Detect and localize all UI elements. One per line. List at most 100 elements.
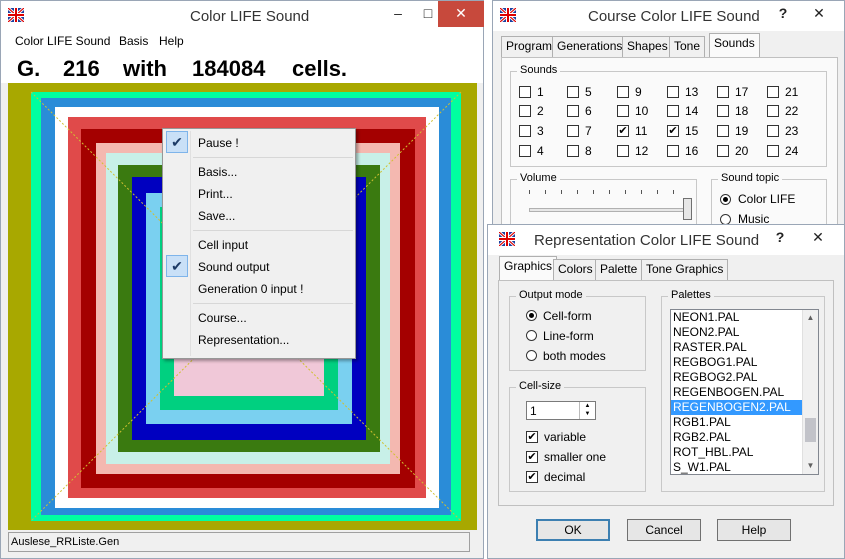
sound-label-16: 16 <box>685 144 699 158</box>
sound-checkbox-18[interactable] <box>717 105 729 117</box>
sound-checkbox-10[interactable] <box>617 105 629 117</box>
menu-item-representation[interactable]: Representation... <box>165 328 353 350</box>
tab-shapes[interactable]: Shapes <box>622 36 673 57</box>
output-mode-group: Output mode Cell-form Line-form both mod… <box>509 289 646 371</box>
cell-size-input[interactable]: 1 ▲ ▼ <box>526 401 596 420</box>
sound-checkbox-1[interactable] <box>519 86 531 98</box>
representation-titlebar[interactable]: Representation Color LIFE Sound ? ✕ <box>488 225 844 255</box>
sound-label-22: 22 <box>785 104 799 118</box>
sound-checkbox-2[interactable] <box>519 105 531 117</box>
menu-basis[interactable]: Basis <box>119 34 148 48</box>
sound-checkbox-15[interactable]: ✔ <box>667 125 679 137</box>
palette-list-item[interactable]: REGBOG2.PAL <box>671 370 802 385</box>
sound-label-19: 19 <box>735 124 749 138</box>
spin-down-icon[interactable]: ▼ <box>579 410 595 419</box>
help-button[interactable]: Help <box>717 519 791 541</box>
sound-checkbox-12[interactable] <box>617 145 629 157</box>
sound-checkbox-11[interactable]: ✔ <box>617 125 629 137</box>
help-icon[interactable]: ? <box>770 225 790 251</box>
menu-item-generation-0-input[interactable]: Generation 0 input ! <box>165 277 353 299</box>
menu-item-cell-input[interactable]: Cell input <box>165 233 353 255</box>
menu-help[interactable]: Help <box>159 34 184 48</box>
sound-checkbox-21[interactable] <box>767 86 779 98</box>
palette-list-item[interactable]: S_W1.PAL <box>671 460 802 474</box>
tab-generations[interactable]: Generations <box>552 36 628 57</box>
palette-list-item[interactable]: RASTER.PAL <box>671 340 802 355</box>
sound-checkbox-23[interactable] <box>767 125 779 137</box>
sound-checkbox-19[interactable] <box>717 125 729 137</box>
course-titlebar[interactable]: Course Color LIFE Sound ? ✕ <box>493 1 844 31</box>
tab-colors[interactable]: Colors <box>553 259 598 280</box>
sound-checkbox-20[interactable] <box>717 145 729 157</box>
checkbox-variable-label: variable <box>544 430 587 444</box>
sound-checkbox-16[interactable] <box>667 145 679 157</box>
sound-checkbox-6[interactable] <box>567 105 579 117</box>
sound-checkbox-4[interactable] <box>519 145 531 157</box>
checkbox-smaller-one[interactable]: ✔ <box>526 451 538 463</box>
generation-label: G. <box>17 56 41 81</box>
sound-checkbox-14[interactable] <box>667 105 679 117</box>
palette-list-item[interactable]: ROT_HBL.PAL <box>671 445 802 460</box>
radio-both-modes[interactable] <box>526 350 537 361</box>
menu-item-basis[interactable]: Basis... <box>165 160 353 182</box>
palette-list-item[interactable]: REGENBOGEN.PAL <box>671 385 802 400</box>
tab-sounds[interactable]: Sounds <box>709 33 760 58</box>
representation-tab-panel: Output mode Cell-form Line-form both mod… <box>498 280 834 506</box>
sound-checkbox-3[interactable] <box>519 125 531 137</box>
radio-line-form-label: Line-form <box>543 329 594 343</box>
palette-list-item[interactable]: RGB2.PAL <box>671 430 802 445</box>
sound-checkbox-24[interactable] <box>767 145 779 157</box>
menu-item-save[interactable]: Save... <box>165 204 353 226</box>
scroll-up-icon[interactable]: ▲ <box>803 310 818 326</box>
scroll-down-icon[interactable]: ▼ <box>803 458 818 474</box>
tab-palette[interactable]: Palette <box>595 259 643 280</box>
sound-label-13: 13 <box>685 85 699 99</box>
sound-checkbox-5[interactable] <box>567 86 579 98</box>
scroll-thumb[interactable] <box>805 418 816 442</box>
checkbox-decimal[interactable]: ✔ <box>526 471 538 483</box>
close-button[interactable]: ✕ <box>438 1 484 27</box>
palette-list-item[interactable]: NEON1.PAL <box>671 310 802 325</box>
sound-label-5: 5 <box>585 85 592 99</box>
course-window: Course Color LIFE Sound ? ✕ Program Gene… <box>492 0 845 250</box>
ok-button[interactable]: OK <box>536 519 610 541</box>
spin-up-icon[interactable]: ▲ <box>579 402 595 410</box>
radio-color-life[interactable] <box>720 194 731 205</box>
volume-slider[interactable] <box>683 198 692 220</box>
menu-item-course[interactable]: Course... <box>165 306 353 328</box>
close-button[interactable]: ✕ <box>796 1 842 27</box>
radio-cell-form[interactable] <box>526 310 537 321</box>
checkbox-variable[interactable]: ✔ <box>526 431 538 443</box>
sound-label-18: 18 <box>735 104 749 118</box>
sound-checkbox-17[interactable] <box>717 86 729 98</box>
palette-list-item[interactable]: REGENBOGEN2.PAL <box>671 400 802 415</box>
menu-item-sound-output[interactable]: ✔ Sound output <box>165 255 353 277</box>
minimize-button[interactable]: – <box>383 1 413 27</box>
palette-list-item[interactable]: NEON2.PAL <box>671 325 802 340</box>
menu-item-print[interactable]: Print... <box>165 182 353 204</box>
close-button[interactable]: ✕ <box>795 225 841 251</box>
palettes-scrollbar[interactable]: ▲ ▼ <box>802 310 818 474</box>
palette-list-item[interactable]: RGB1.PAL <box>671 415 802 430</box>
tab-tone-graphics[interactable]: Tone Graphics <box>641 259 729 280</box>
sound-label-6: 6 <box>585 104 592 118</box>
menu-item-pause[interactable]: ✔ Pause ! <box>165 131 353 153</box>
main-window-title: Color LIFE Sound <box>190 8 310 25</box>
main-titlebar[interactable]: Color LIFE Sound – □ ✕ <box>1 1 484 31</box>
menu-color-life-sound[interactable]: Color LIFE Sound <box>15 34 110 48</box>
palettes-listbox[interactable]: NEON1.PAL NEON2.PAL RASTER.PAL REGBOG1.PAL R… <box>670 309 819 475</box>
sound-checkbox-7[interactable] <box>567 125 579 137</box>
sound-checkbox-13[interactable] <box>667 86 679 98</box>
help-icon[interactable]: ? <box>773 1 793 27</box>
cancel-button[interactable]: Cancel <box>627 519 701 541</box>
tab-tone[interactable]: Tone <box>669 36 706 57</box>
tab-program[interactable]: Program <box>501 36 558 57</box>
palette-list-item[interactable]: REGBOG1.PAL <box>671 355 802 370</box>
sound-checkbox-8[interactable] <box>567 145 579 157</box>
sound-checkbox-9[interactable] <box>617 86 629 98</box>
tab-graphics[interactable]: Graphics <box>499 256 558 281</box>
sound-label-1: 1 <box>537 85 544 99</box>
radio-line-form[interactable] <box>526 330 537 341</box>
sound-label-20: 20 <box>735 144 749 158</box>
sound-checkbox-22[interactable] <box>767 105 779 117</box>
